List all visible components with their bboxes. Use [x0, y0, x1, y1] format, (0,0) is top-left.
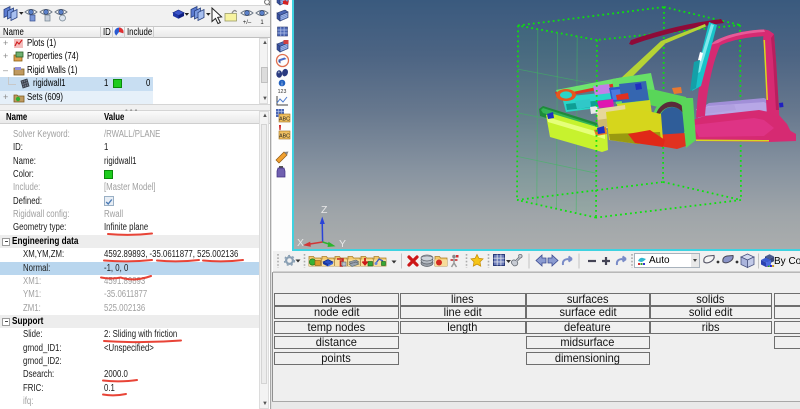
svg-text:+/–: +/– [243, 20, 252, 26]
svg-text:123: 123 [278, 89, 287, 95]
svg-text:ABC: ABC [279, 134, 290, 140]
svg-text:Y: Y [339, 238, 346, 249]
svg-text:1: 1 [260, 20, 264, 26]
svg-text:ABC: ABC [279, 117, 290, 123]
svg-text:X: X [297, 237, 304, 249]
svg-text:i: i [281, 82, 282, 88]
svg-text:Z: Z [321, 204, 328, 216]
